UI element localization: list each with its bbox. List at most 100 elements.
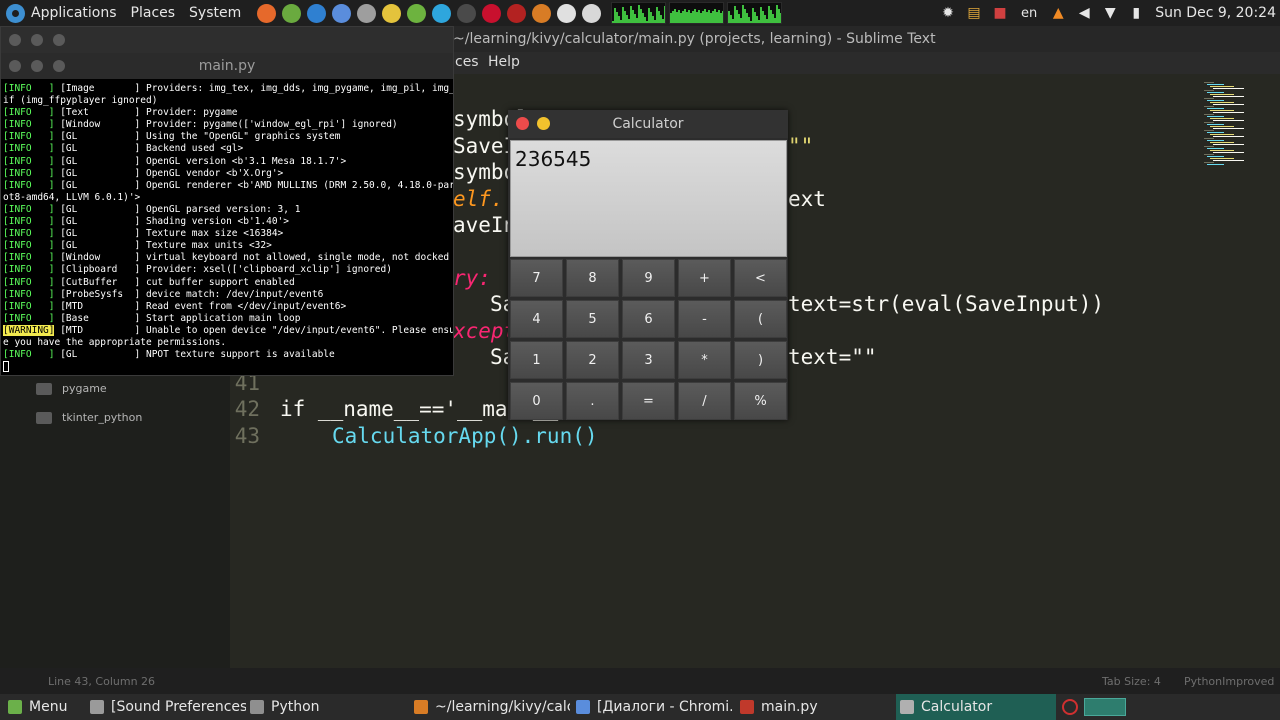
key-15[interactable]: 0 bbox=[510, 382, 563, 420]
taskbar-item-6[interactable]: Calculator bbox=[896, 694, 1056, 720]
key-6[interactable]: 5 bbox=[566, 300, 619, 338]
browser-icon[interactable] bbox=[357, 3, 377, 23]
brightness-icon[interactable]: ✹ bbox=[939, 4, 957, 22]
menu-help[interactable]: Help bbox=[488, 54, 520, 70]
tab-size[interactable]: Tab Size: 4 bbox=[1102, 675, 1161, 688]
minimap-line bbox=[1210, 110, 1234, 111]
log-info-tag: [INFO ] bbox=[3, 179, 55, 191]
wifi-icon[interactable]: ▼ bbox=[1101, 4, 1119, 22]
taskbar-item-2[interactable]: Python bbox=[246, 694, 366, 720]
key-10[interactable]: 1 bbox=[510, 341, 563, 379]
workspace-switcher-icon[interactable] bbox=[1084, 698, 1126, 716]
log-line: [WARNING] [MTD ] Unable to open device "… bbox=[3, 324, 453, 337]
calculator-title: Calculator bbox=[612, 116, 684, 132]
log-text: [GL ] OpenGL version <b'3.1 Mesa 18.1.7'… bbox=[54, 155, 347, 167]
minimap[interactable] bbox=[1200, 74, 1280, 668]
log-line: [INFO ] [Window ] virtual keyboard not a… bbox=[3, 252, 453, 264]
log-text: [ProbeSysfs ] device match: /dev/input/e… bbox=[54, 288, 324, 300]
chrome-icon[interactable] bbox=[307, 3, 327, 23]
sidebar-folder-pygame[interactable]: pygame bbox=[36, 382, 107, 395]
key-9[interactable]: ( bbox=[734, 300, 787, 338]
y-app-icon[interactable] bbox=[407, 3, 427, 23]
key-12[interactable]: 3 bbox=[622, 341, 675, 379]
log-info-tag: [INFO ] bbox=[3, 276, 55, 288]
taskbar-item-4[interactable]: [Диалоги - Chromi... bbox=[572, 694, 732, 720]
notes-icon[interactable] bbox=[382, 3, 402, 23]
filezilla-icon[interactable] bbox=[507, 3, 527, 23]
key-7[interactable]: 6 bbox=[622, 300, 675, 338]
taskbar-label: Calculator bbox=[921, 699, 993, 715]
key-8[interactable]: - bbox=[678, 300, 731, 338]
system-monitors bbox=[611, 2, 785, 24]
taskbar-item-3[interactable]: ~/learning/kivy/calc... bbox=[410, 694, 570, 720]
log-line: [INFO ] [Window ] Provider: pygame(['win… bbox=[3, 119, 453, 131]
key-17[interactable]: = bbox=[622, 382, 675, 420]
log-line: [INFO ] [GL ] Using the "OpenGL" graphic… bbox=[3, 131, 453, 143]
cursor-block bbox=[3, 361, 9, 373]
minimap-line bbox=[1207, 108, 1224, 109]
menu-system[interactable]: System bbox=[189, 5, 241, 21]
minimize-icon[interactable] bbox=[31, 34, 43, 46]
mail-icon[interactable] bbox=[557, 3, 577, 23]
maximize-icon[interactable] bbox=[53, 34, 65, 46]
network-icon[interactable] bbox=[282, 3, 302, 23]
console-log[interactable]: [INFO ] [Image ] Providers: img_tex, img… bbox=[3, 83, 453, 377]
key-16[interactable]: . bbox=[566, 382, 619, 420]
taskbar-item-5[interactable]: main.py bbox=[736, 694, 896, 720]
key-0[interactable]: 7 bbox=[510, 259, 563, 297]
volume-icon[interactable]: ◀ bbox=[1075, 4, 1093, 22]
calculator-window: Calculator 236545 7 8 9 + <4 5 6-(1 2 3 *) 0. = /% bbox=[508, 110, 788, 420]
log-line: [INFO ] [GL ] OpenGL renderer <b'AMD MUL… bbox=[3, 180, 453, 192]
menu-preferences[interactable]: ces bbox=[455, 54, 479, 70]
clipboard-icon[interactable]: ▤ bbox=[965, 4, 983, 22]
taskbar-item-1[interactable]: [Sound Preferences] bbox=[86, 694, 246, 720]
clock[interactable]: Sun Dec 9, 20:24 bbox=[1155, 5, 1276, 21]
minimap-line bbox=[1213, 104, 1244, 105]
syntax-selector[interactable]: PythonImproved bbox=[1184, 675, 1274, 688]
menu-applications[interactable]: Applications bbox=[31, 5, 117, 21]
graph-icon[interactable] bbox=[582, 3, 602, 23]
key-19[interactable]: % bbox=[734, 382, 787, 420]
vlc-icon[interactable]: ▲ bbox=[1049, 4, 1067, 22]
redapp-icon[interactable] bbox=[482, 3, 502, 23]
key-2[interactable]: 9 bbox=[622, 259, 675, 297]
sublime-window-title: ~/learning/kivy/calculator/main.py (proj… bbox=[453, 31, 936, 47]
minimap-line bbox=[1213, 112, 1244, 113]
key-4[interactable]: < bbox=[734, 259, 787, 297]
battery-icon[interactable]: ▮ bbox=[1127, 4, 1145, 22]
close-icon[interactable] bbox=[9, 34, 21, 46]
minimap-line bbox=[1210, 118, 1234, 119]
chromium-icon[interactable] bbox=[332, 3, 352, 23]
calculator-titlebar[interactable]: Calculator bbox=[508, 110, 788, 138]
key-3[interactable]: + bbox=[678, 259, 731, 297]
bottom-taskbar: Menu [Sound Preferences] Python ~/learning/… bbox=[0, 694, 1280, 720]
taskbar-label: Menu bbox=[29, 699, 68, 715]
folder-icon bbox=[250, 700, 264, 714]
folder-label: pygame bbox=[62, 382, 107, 395]
menu-places[interactable]: Places bbox=[131, 5, 176, 21]
keyboard-layout[interactable]: en bbox=[1021, 6, 1037, 21]
log-text: [GL ] Shading version <b'1.40'> bbox=[54, 216, 289, 228]
sidebar-folder-tkinter[interactable]: tkinter_python bbox=[36, 411, 142, 424]
no-entry-icon[interactable] bbox=[1062, 699, 1078, 715]
key-18[interactable]: / bbox=[678, 382, 731, 420]
panel-menu: Applications Places System bbox=[0, 3, 255, 23]
minimap-line bbox=[1213, 128, 1244, 129]
key-5[interactable]: 4 bbox=[510, 300, 563, 338]
log-line: if (img_ffpyplayer ignored) bbox=[3, 95, 453, 107]
key-14[interactable]: ) bbox=[734, 341, 787, 379]
log-text: [GL ] Texture max size <16384> bbox=[54, 228, 284, 240]
debian-logo-icon[interactable] bbox=[6, 3, 25, 23]
calculator-display[interactable]: 236545 bbox=[510, 140, 787, 257]
sublime-icon[interactable] bbox=[532, 3, 552, 23]
key-13[interactable]: * bbox=[678, 341, 731, 379]
telegram-icon[interactable] bbox=[432, 3, 452, 23]
key-1[interactable]: 8 bbox=[566, 259, 619, 297]
terminal-icon[interactable] bbox=[457, 3, 477, 23]
camera-icon[interactable]: ■ bbox=[991, 4, 1009, 22]
key-11[interactable]: 2 bbox=[566, 341, 619, 379]
firefox-icon[interactable] bbox=[257, 3, 277, 23]
minimap-line bbox=[1207, 164, 1224, 165]
kivy-console-window: main.py [INFO ] [Image ] Providers: img_… bbox=[0, 26, 454, 376]
taskbar-item-0[interactable]: Menu bbox=[4, 694, 74, 720]
